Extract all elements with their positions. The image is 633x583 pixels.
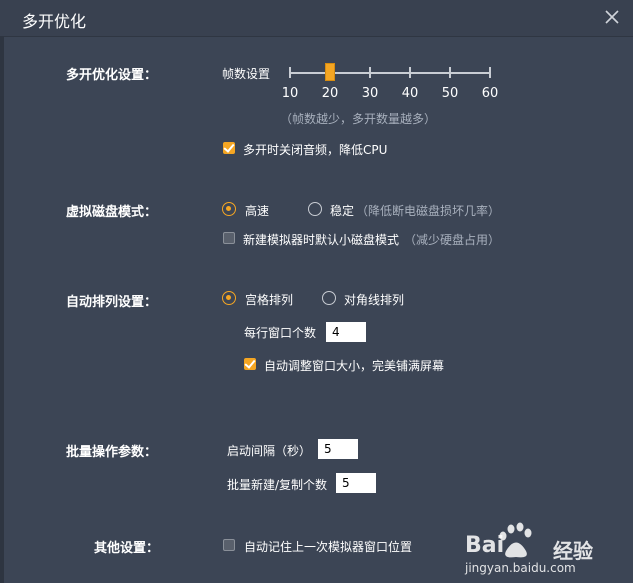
watermark-brand2: 经验 [553,539,593,563]
slider-tick-label: 20 [321,86,339,101]
small-disk-checkbox[interactable] [223,232,235,244]
auto-resize-label[interactable]: 自动调整窗口大小，完美铺满屏幕 [264,357,444,374]
slider-tick-label: 40 [401,86,419,101]
batch-count-label: 批量新建/复制个数 [227,478,328,492]
frame-rate-slider-thumb[interactable] [325,63,335,81]
slider-tick [289,67,291,78]
baidu-jingyan-watermark: Bai 经验 jingyan.baidu.com [465,519,625,579]
frame-rate-label: 帧数设置 [222,67,271,81]
title-bar: 多开优化 [0,0,633,37]
window-title: 多开优化 [22,12,87,31]
interval-input[interactable]: 5 [318,439,358,459]
arrange-diagonal-radio[interactable] [322,291,336,305]
remember-position-checkbox[interactable] [223,539,235,551]
per-row-input[interactable]: 4 [326,322,366,342]
watermark-url: jingyan.baidu.com [465,561,576,575]
small-disk-label[interactable]: 新建模拟器时默认小磁盘模式 [243,231,399,248]
small-disk-hint: （减少硬盘占用） [404,233,501,247]
interval-label: 启动间隔（秒） [227,444,312,458]
auto-resize-checkbox[interactable] [244,358,256,370]
batch-count-input[interactable]: 5 [336,473,376,493]
section-batch-label: 批量操作参数： [66,445,158,460]
section-other-label: 其他设置： [94,541,160,556]
frame-rate-hint: （帧数越少，多开数量越多） [280,112,437,126]
section-multi-label: 多开优化设置： [66,68,158,83]
frame-rate-slider-track[interactable] [290,72,490,74]
disk-fast-radio[interactable] [222,202,236,216]
arrange-grid-label[interactable]: 宫格排列 [245,291,293,308]
disk-fast-label[interactable]: 高速 [245,202,269,219]
arrange-grid-radio[interactable] [222,291,236,305]
left-border [0,36,4,583]
slider-tick [489,67,491,78]
slider-tick [449,67,451,78]
close-icon[interactable] [601,6,623,28]
disk-stable-radio[interactable] [308,202,322,216]
slider-tick-label: 50 [441,86,459,101]
per-row-label: 每行窗口个数 [244,326,317,340]
arrange-diagonal-label[interactable]: 对角线排列 [344,291,404,308]
slider-tick-label: 60 [481,86,499,101]
disk-stable-hint: （降低断电磁盘损坏几率） [356,204,501,218]
section-disk-label: 虚拟磁盘模式： [66,205,158,220]
slider-tick-label: 10 [281,86,299,101]
mute-audio-checkbox[interactable] [223,142,235,154]
remember-position-label[interactable]: 自动记住上一次模拟器窗口位置 [244,538,412,555]
section-arrange-label: 自动排列设置： [66,295,158,310]
slider-tick [409,67,411,78]
slider-tick [369,67,371,78]
slider-tick-label: 30 [361,86,379,101]
mute-audio-label[interactable]: 多开时关闭音频，降低CPU [243,141,387,158]
watermark-brand: Bai [465,533,505,558]
disk-stable-label[interactable]: 稳定 [330,202,354,219]
